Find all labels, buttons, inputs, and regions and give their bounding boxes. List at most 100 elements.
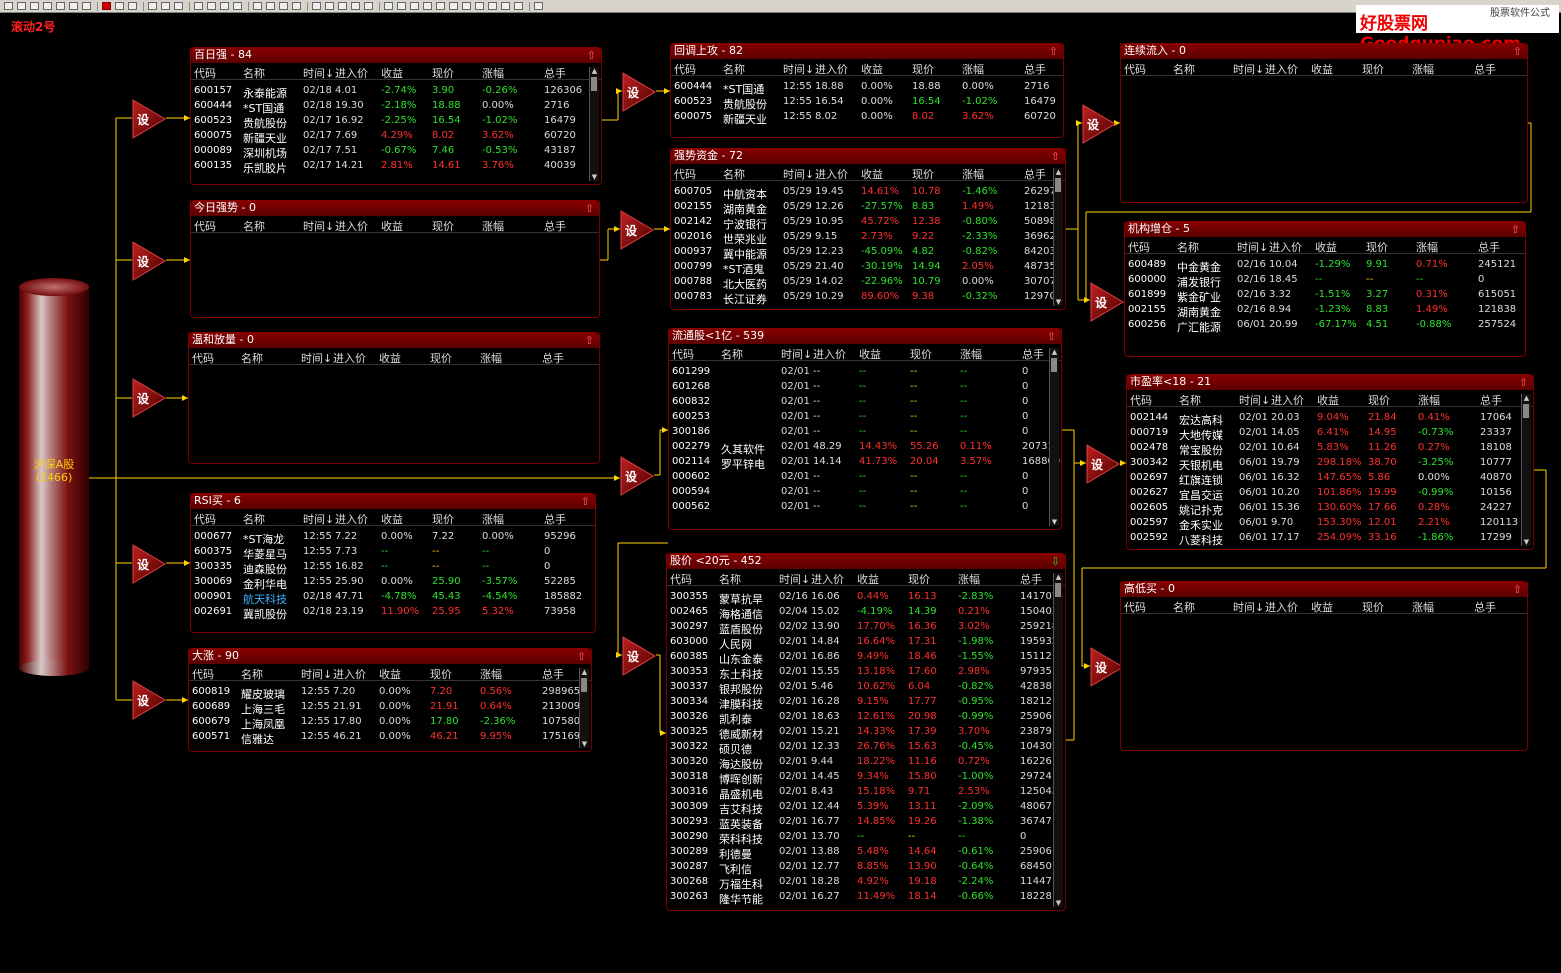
- table-row[interactable]: 600819 耀皮玻璃 12:55 7.20 0.00% 7.20 0.56% 298965: [189, 685, 591, 701]
- column-header-cell[interactable]: 代码: [194, 65, 216, 81]
- table-row[interactable]: 300320 海达股份 02/01 9.44 18.22% 11.16 0.72% 16226: [667, 755, 1065, 771]
- table-row[interactable]: 300335 迪森股份 12:55 16.82 -- -- -- 0: [191, 560, 595, 576]
- column-header-cell[interactable]: 代码: [1128, 239, 1150, 255]
- scrollbar[interactable]: ▲ ▼: [589, 67, 599, 181]
- column-header-cell[interactable]: 时间↓: [783, 61, 814, 77]
- table-row[interactable]: 601268 02/01 -- -- -- -- 0: [669, 380, 1061, 395]
- table-row[interactable]: 600571 信雅达 12:55 46.21 0.00% 46.21 9.95% 175169: [189, 730, 591, 746]
- column-header-cell[interactable]: 名称: [1179, 392, 1201, 408]
- column-header-cell[interactable]: 时间↓: [303, 65, 334, 81]
- column-header-cell[interactable]: 进入价: [333, 666, 366, 682]
- column-header-cell[interactable]: 时间↓: [781, 346, 812, 362]
- column-header-cell[interactable]: 名称: [1173, 599, 1195, 615]
- column-header-cell[interactable]: 总手: [1478, 239, 1500, 255]
- column-header-cell[interactable]: 时间↓: [1239, 392, 1270, 408]
- column-header-cell[interactable]: 总手: [544, 511, 566, 527]
- panel-title[interactable]: 强势资金 - 72 ⇧: [671, 148, 1065, 164]
- column-header-cell[interactable]: 收益: [379, 666, 401, 682]
- column-header-cell[interactable]: 名称: [723, 166, 745, 182]
- panel-title[interactable]: 高低买 - 0 ⇧: [1121, 581, 1527, 597]
- scroll-thumb[interactable]: [1055, 583, 1061, 597]
- column-header-cell[interactable]: 进入价: [335, 65, 368, 81]
- table-row[interactable]: 002597 金禾实业 06/01 9.70 153.30% 12.01 2.21% 1201…: [1127, 516, 1533, 532]
- table-row[interactable]: 600523 贵航股份 02/17 16.92 -2.25% 16.54 -1.02% 164…: [191, 114, 601, 130]
- column-header-cell[interactable]: 现价: [432, 218, 454, 234]
- column-header-cell[interactable]: 时间↓: [303, 511, 334, 527]
- table-row[interactable]: 002142 宁波银行 05/29 10.95 45.72% 12.38 -0.80% 508…: [671, 215, 1065, 231]
- table-row[interactable]: 600385 山东金泰 02/01 16.86 9.49% 18.46 -1.55% 1511…: [667, 650, 1065, 666]
- panel-title[interactable]: 大涨 - 90 ⇧: [189, 648, 591, 664]
- column-header-cell[interactable]: 总手: [1474, 61, 1496, 77]
- setting-triangle-button[interactable]: 设: [132, 241, 166, 281]
- column-header-cell[interactable]: 代码: [674, 61, 696, 77]
- setting-triangle-button[interactable]: 设: [620, 456, 654, 496]
- panel-bairiqiang[interactable]: 百日强 - 84 ⇧ 代码 名称 时间↓ 进入价 收益 现价 涨幅 总手 600157 永泰能源 02/…: [190, 47, 602, 185]
- table-row[interactable]: 300263 隆华节能 02/01 16.27 11.49% 18.14 -0.66% 182…: [667, 890, 1065, 906]
- column-header-cell[interactable]: 进入价: [813, 346, 846, 362]
- table-row[interactable]: 600135 乐凯胶片 02/17 14.21 2.81% 14.61 3.76% 40039: [191, 159, 601, 175]
- panel-gujia[interactable]: 股价 <20元 - 452 ⇩ 代码 名称 时间↓ 进入价 收益 现价 涨幅 总手 300355 蒙草…: [666, 553, 1066, 911]
- scroll-thumb[interactable]: [591, 77, 597, 91]
- table-row[interactable]: 002605 姚记扑克 06/01 15.36 130.60% 17.66 0.28% 242…: [1127, 501, 1533, 517]
- column-header-cell[interactable]: 代码: [1124, 61, 1146, 77]
- scroll-up-icon[interactable]: ▲: [580, 668, 589, 676]
- column-header-cell[interactable]: 进入价: [335, 218, 368, 234]
- sort-up-icon[interactable]: ⇧: [581, 494, 590, 510]
- scroll-thumb[interactable]: [1523, 404, 1529, 418]
- column-header-cell[interactable]: 名称: [243, 511, 265, 527]
- column-header-cell[interactable]: 涨幅: [482, 218, 504, 234]
- column-header-cell[interactable]: 名称: [721, 346, 743, 362]
- panel-jinriqiangshi[interactable]: 今日强势 - 0 ⇧ 代码 名称 时间↓ 进入价 收益 现价 涨幅 总手: [190, 200, 600, 318]
- panel-jigouzengcang[interactable]: 机构增仓 - 5 ⇧ 代码 名称 时间↓ 进入价 收益 现价 涨幅 总手 600489 中金黄金 02/…: [1124, 221, 1526, 357]
- column-header-cell[interactable]: 名称: [243, 65, 265, 81]
- table-row[interactable]: 300290 荣科科技 02/01 13.70 -- -- -- 0: [667, 830, 1065, 846]
- table-row[interactable]: 600832 02/01 -- -- -- -- 0: [669, 395, 1061, 410]
- table-row[interactable]: 300297 蓝盾股份 02/02 13.90 17.70% 16.36 3.02% 2592…: [667, 620, 1065, 636]
- table-row[interactable]: 600253 02/01 -- -- -- -- 0: [669, 410, 1061, 425]
- scroll-down-icon[interactable]: ▼: [1522, 538, 1531, 546]
- setting-triangle-button[interactable]: 设: [1086, 444, 1120, 484]
- scroll-down-icon[interactable]: ▼: [1050, 518, 1059, 526]
- table-row[interactable]: 300316 晶盛机电 02/01 8.43 15.18% 9.71 2.53% 125043: [667, 785, 1065, 801]
- column-header-cell[interactable]: 进入价: [1271, 392, 1304, 408]
- sort-up-icon[interactable]: ⇧: [1051, 149, 1060, 165]
- column-header-cell[interactable]: 时间↓: [783, 166, 814, 182]
- panel-huitiaoshanggong[interactable]: 回调上攻 - 82 ⇧ 代码 名称 时间↓ 进入价 收益 现价 涨幅 总手 600444 *ST国通 1…: [670, 43, 1064, 138]
- column-header-cell[interactable]: 时间↓: [1233, 599, 1264, 615]
- table-row[interactable]: 002478 常宝股份 02/01 10.64 5.83% 11.26 0.27% 18108: [1127, 441, 1533, 457]
- scroll-thumb[interactable]: [1055, 178, 1061, 192]
- column-header-cell[interactable]: 收益: [857, 571, 879, 587]
- table-row[interactable]: 600075 新疆天业 12:55 8.02 0.00% 8.02 3.62% 60720: [671, 110, 1063, 126]
- table-row[interactable]: 600375 华菱星马 12:55 7.73 -- -- -- 0: [191, 545, 595, 561]
- column-header-cell[interactable]: 名称: [241, 350, 263, 366]
- column-header-cell[interactable]: 总手: [1474, 599, 1496, 615]
- scroll-down-icon[interactable]: ▼: [580, 740, 589, 748]
- column-header-cell[interactable]: 总手: [1022, 346, 1044, 362]
- table-row[interactable]: 600157 永泰能源 02/18 4.01 -2.74% 3.90 -0.26% 12630…: [191, 84, 601, 100]
- table-row[interactable]: 002155 湖南黄金 02/16 8.94 -1.23% 8.83 1.49% 121838: [1125, 303, 1525, 319]
- scrollbar[interactable]: ▲ ▼: [1521, 394, 1531, 546]
- table-row[interactable]: 000788 北大医药 05/29 14.02 -22.96% 10.79 0.00% 307…: [671, 275, 1065, 291]
- column-header-cell[interactable]: 涨幅: [962, 166, 984, 182]
- table-row[interactable]: 600705 中航资本 05/29 19.45 14.61% 10.78 -1.46% 262…: [671, 185, 1065, 201]
- column-header-cell[interactable]: 总手: [1024, 61, 1046, 77]
- column-header-cell[interactable]: 总手: [542, 666, 564, 682]
- table-row[interactable]: 000594 02/01 -- -- -- -- 0: [669, 485, 1061, 500]
- table-row[interactable]: 600689 上海三毛 12:55 21.91 0.00% 21.91 0.64% 21300…: [189, 700, 591, 716]
- table-row[interactable]: 600489 中金黄金 02/16 10.04 -1.29% 9.91 0.71% 24512…: [1125, 258, 1525, 274]
- column-header-cell[interactable]: 现价: [1362, 599, 1384, 615]
- panel-rsimai[interactable]: RSI买 - 6 ⇧ 代码 名称 时间↓ 进入价 收益 现价 涨幅 总手 000677 *ST海龙 12…: [190, 493, 596, 633]
- column-header-cell[interactable]: 涨幅: [958, 571, 980, 587]
- table-row[interactable]: 300322 硕贝德 02/01 12.33 26.76% 15.63 -0.45% 1043…: [667, 740, 1065, 756]
- table-row[interactable]: 300342 天银机电 06/01 19.79 298.18% 38.70 -3.25% 10…: [1127, 456, 1533, 472]
- sort-up-icon[interactable]: ⇧: [585, 201, 594, 217]
- column-header-cell[interactable]: 进入价: [1265, 599, 1298, 615]
- setting-triangle-button[interactable]: 设: [1090, 282, 1124, 322]
- column-header-cell[interactable]: 现价: [430, 666, 452, 682]
- column-header-cell[interactable]: 现价: [1362, 61, 1384, 77]
- scroll-up-icon[interactable]: ▲: [1054, 168, 1063, 176]
- scrollbar[interactable]: ▲ ▼: [1053, 573, 1063, 907]
- column-header-cell[interactable]: 现价: [912, 166, 934, 182]
- table-row[interactable]: 300355 蒙草抗旱 02/16 16.06 0.44% 16.13 -2.83% 1417…: [667, 590, 1065, 606]
- column-header-cell[interactable]: 收益: [1311, 61, 1333, 77]
